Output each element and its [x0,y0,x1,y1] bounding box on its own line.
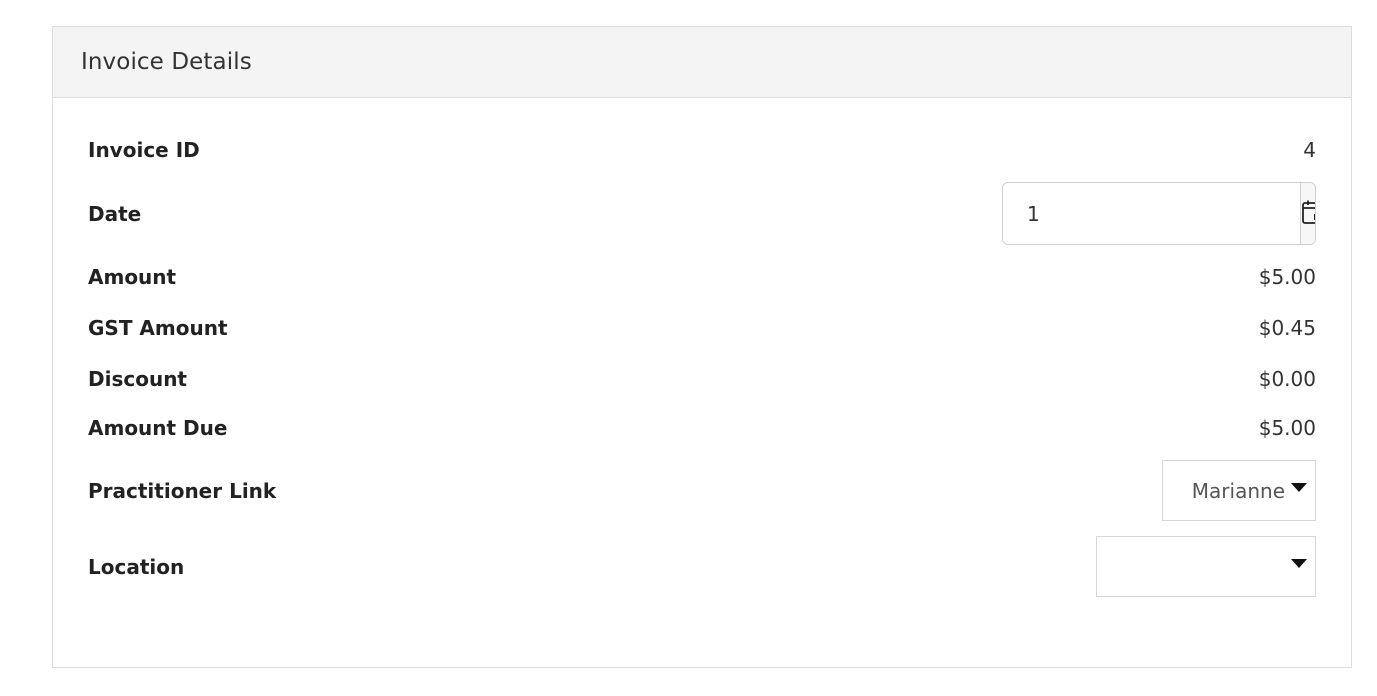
date-input[interactable] [1003,183,1300,244]
discount-row: Discount $0.00 [88,362,1316,396]
gst-amount-value: $0.45 [1258,316,1316,340]
caret-down-icon [1291,483,1307,492]
location-row: Location [88,536,1316,597]
practitioner-link-row: Practitioner Link Marianne [88,460,1316,521]
date-row: Date [88,182,1316,245]
amount-due-row: Amount Due $5.00 [88,411,1316,445]
practitioner-select[interactable]: Marianne [1162,460,1316,521]
panel-title: Invoice Details [81,49,252,75]
calendar-icon [1301,199,1315,229]
invoice-id-value: 4 [1303,138,1316,162]
caret-down-icon [1291,559,1307,568]
amount-label: Amount [88,265,177,289]
amount-row: Amount $5.00 [88,260,1316,294]
invoice-id-row: Invoice ID 4 [88,133,1316,167]
gst-amount-row: GST Amount $0.45 [88,311,1316,345]
date-picker-button[interactable] [1300,183,1315,244]
practitioner-select-value: Marianne [1191,478,1285,503]
discount-value: $0.00 [1258,367,1316,391]
location-label: Location [88,554,185,579]
invoice-id-label: Invoice ID [88,138,200,162]
date-label: Date [88,201,142,226]
amount-due-label: Amount Due [88,416,228,440]
discount-label: Discount [88,367,187,391]
panel-header: Invoice Details [53,27,1351,98]
amount-value: $5.00 [1258,265,1316,289]
amount-due-value: $5.00 [1258,416,1316,440]
practitioner-link-label: Practitioner Link [88,478,277,503]
invoice-details-panel: Invoice Details Invoice ID 4 Date 1 Amou… [52,26,1352,668]
gst-amount-label: GST Amount [88,316,228,340]
location-select[interactable] [1096,536,1316,597]
date-input-group [1002,182,1316,245]
